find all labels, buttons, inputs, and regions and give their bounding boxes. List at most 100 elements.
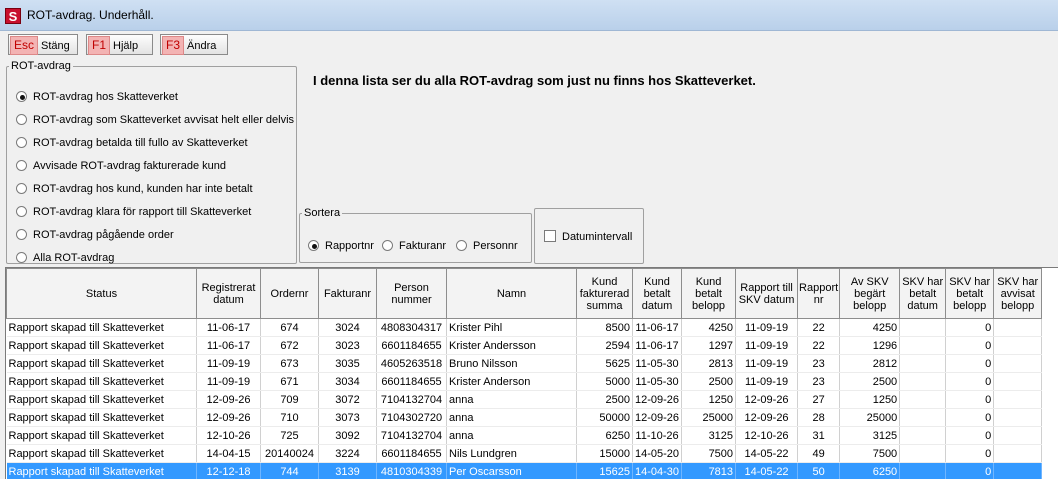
date-range-checkbox[interactable]: Datumintervall: [544, 230, 632, 243]
radio-icon[interactable]: [382, 240, 393, 251]
rot-option-label: ROT-avdrag pågående order: [33, 229, 174, 241]
table-cell: Per Oscarsson: [446, 462, 577, 479]
checkbox-icon[interactable]: [544, 230, 556, 242]
column-header[interactable]: Status: [6, 268, 197, 319]
table-cell: 22: [797, 336, 841, 355]
sort-option-label: Fakturanr: [399, 240, 447, 252]
close-button[interactable]: Esc Stäng: [8, 34, 78, 55]
radio-icon[interactable]: [16, 160, 27, 171]
column-header[interactable]: SKV har betalt belopp: [945, 268, 995, 319]
table-cell: [993, 408, 1043, 427]
column-header[interactable]: Rapport nr: [797, 268, 841, 319]
table-cell: [993, 444, 1043, 463]
table-cell: [899, 318, 947, 337]
table-cell: 7104302720: [376, 408, 447, 427]
rot-option-label: Avvisade ROT-avdrag fakturerade kund: [33, 160, 227, 172]
table-cell: [993, 336, 1043, 355]
table-cell: 2813: [681, 354, 737, 373]
sort-option-personnr[interactable]: Personnr: [456, 240, 518, 256]
column-header[interactable]: Kund betalt belopp: [681, 268, 737, 319]
radio-icon[interactable]: [16, 229, 27, 240]
table-cell: 674: [260, 318, 319, 337]
edit-button[interactable]: F3 Ändra: [160, 34, 228, 55]
help-button[interactable]: F1 Hjälp: [86, 34, 153, 55]
table-row[interactable]: Rapport skapad till Skatteverket 11-09-19…: [6, 372, 1043, 391]
rot-option-avvisat[interactable]: ROT-avdrag som Skatteverket avvisat helt…: [16, 114, 294, 130]
table-cell: 0: [945, 408, 995, 427]
table-cell: 2812: [839, 354, 901, 373]
table-cell: 3139: [318, 462, 377, 479]
rot-option-betalda[interactable]: ROT-avdrag betalda till fullo av Skattev…: [16, 137, 248, 153]
table-cell: [993, 426, 1043, 445]
radio-icon[interactable]: [16, 137, 27, 148]
date-range-box: Datumintervall: [534, 208, 644, 264]
table-cell: 12-12-18: [196, 462, 261, 479]
table-cell: 22: [797, 318, 841, 337]
info-text: I denna lista ser du alla ROT-avdrag som…: [313, 73, 756, 88]
table-cell: 4605263518: [376, 354, 447, 373]
rot-option-alla[interactable]: Alla ROT-avdrag: [16, 252, 114, 268]
rot-option-klara-for-rapport[interactable]: ROT-avdrag klara för rapport till Skatte…: [16, 206, 251, 222]
table-cell: 11-06-17: [196, 318, 261, 337]
radio-icon[interactable]: [16, 114, 27, 125]
table-cell: Bruno Nilsson: [446, 354, 577, 373]
table-row[interactable]: Rapport skapad till Skatteverket 12-09-26…: [6, 390, 1043, 409]
table-row[interactable]: Rapport skapad till Skatteverket 14-04-15…: [6, 444, 1043, 463]
table-cell: [899, 444, 947, 463]
table-row[interactable]: Rapport skapad till Skatteverket 11-06-17…: [6, 318, 1043, 337]
radio-icon[interactable]: [16, 183, 27, 194]
radio-icon[interactable]: [456, 240, 467, 251]
table-cell: 6250: [576, 426, 633, 445]
radio-icon[interactable]: [16, 252, 27, 263]
column-header[interactable]: SKV har avvisat belopp: [993, 268, 1043, 319]
rot-option-label: ROT-avdrag hos kund, kunden har inte bet…: [33, 183, 253, 195]
sort-option-rapportnr[interactable]: Rapportnr: [308, 240, 374, 256]
table-cell: 2500: [576, 390, 633, 409]
column-header[interactable]: Ordernr: [260, 268, 319, 319]
table-cell: 3034: [318, 372, 377, 391]
column-header[interactable]: Person nummer: [376, 268, 447, 319]
table-cell: Rapport skapad till Skatteverket: [6, 336, 197, 355]
table-cell: 709: [260, 390, 319, 409]
column-header[interactable]: Av SKV begärt belopp: [839, 268, 901, 319]
edit-button-label: Ändra: [187, 40, 217, 52]
column-header[interactable]: SKV har betalt datum: [899, 268, 947, 319]
column-header[interactable]: Rapport till SKV datum: [735, 268, 799, 319]
sort-group: Sortera Rapportnr Fakturanr Personnr: [299, 207, 532, 263]
column-header[interactable]: Registrerat datum: [196, 268, 261, 319]
rot-option-hos-skatteverket[interactable]: ROT-avdrag hos Skatteverket: [16, 91, 178, 107]
rot-option-pagaende-order[interactable]: ROT-avdrag pågående order: [16, 229, 174, 245]
rot-option-label: ROT-avdrag hos Skatteverket: [33, 91, 178, 103]
table-row[interactable]: Rapport skapad till Skatteverket 12-12-18…: [6, 462, 1043, 479]
column-header[interactable]: Kund betalt datum: [631, 268, 683, 319]
table-cell: 11-05-30: [632, 372, 683, 391]
table-cell: anna: [446, 390, 577, 409]
column-header[interactable]: Kund fakturerad summa: [576, 268, 633, 319]
table-cell: Rapport skapad till Skatteverket: [6, 444, 197, 463]
table-cell: 4250: [681, 318, 737, 337]
rot-filter-group: ROT-avdrag ROT-avdrag hos Skatteverket R…: [6, 60, 297, 264]
table-cell: 11-09-19: [735, 318, 799, 337]
rot-filter-legend: ROT-avdrag: [11, 60, 71, 72]
table-row[interactable]: Rapport skapad till Skatteverket 11-09-19…: [6, 354, 1043, 373]
table-cell: 673: [260, 354, 319, 373]
rot-option-avvisade-fakturerade[interactable]: Avvisade ROT-avdrag fakturerade kund: [16, 160, 226, 176]
sort-option-fakturanr[interactable]: Fakturanr: [382, 240, 446, 256]
rot-option-ej-betalt[interactable]: ROT-avdrag hos kund, kunden har inte bet…: [16, 183, 253, 199]
table-cell: 2500: [839, 372, 901, 391]
table-cell: 2500: [681, 372, 737, 391]
table-cell: 14-05-20: [632, 444, 683, 463]
radio-icon[interactable]: [16, 206, 27, 217]
rot-table: Status Registrerat datum Ordernr Faktura…: [5, 267, 1058, 479]
table-row[interactable]: Rapport skapad till Skatteverket 12-10-26…: [6, 426, 1043, 445]
table-cell: Rapport skapad till Skatteverket: [6, 408, 197, 427]
radio-icon[interactable]: [16, 91, 27, 102]
table-row[interactable]: Rapport skapad till Skatteverket 12-09-26…: [6, 408, 1043, 427]
column-header[interactable]: Fakturanr: [318, 268, 377, 319]
column-header[interactable]: Namn: [446, 268, 577, 319]
radio-icon[interactable]: [308, 240, 319, 251]
table-cell: 7104132704: [376, 426, 447, 445]
table-cell: 11-05-30: [632, 354, 683, 373]
table-row[interactable]: Rapport skapad till Skatteverket 11-06-17…: [6, 336, 1043, 355]
table-cell: 0: [945, 444, 995, 463]
